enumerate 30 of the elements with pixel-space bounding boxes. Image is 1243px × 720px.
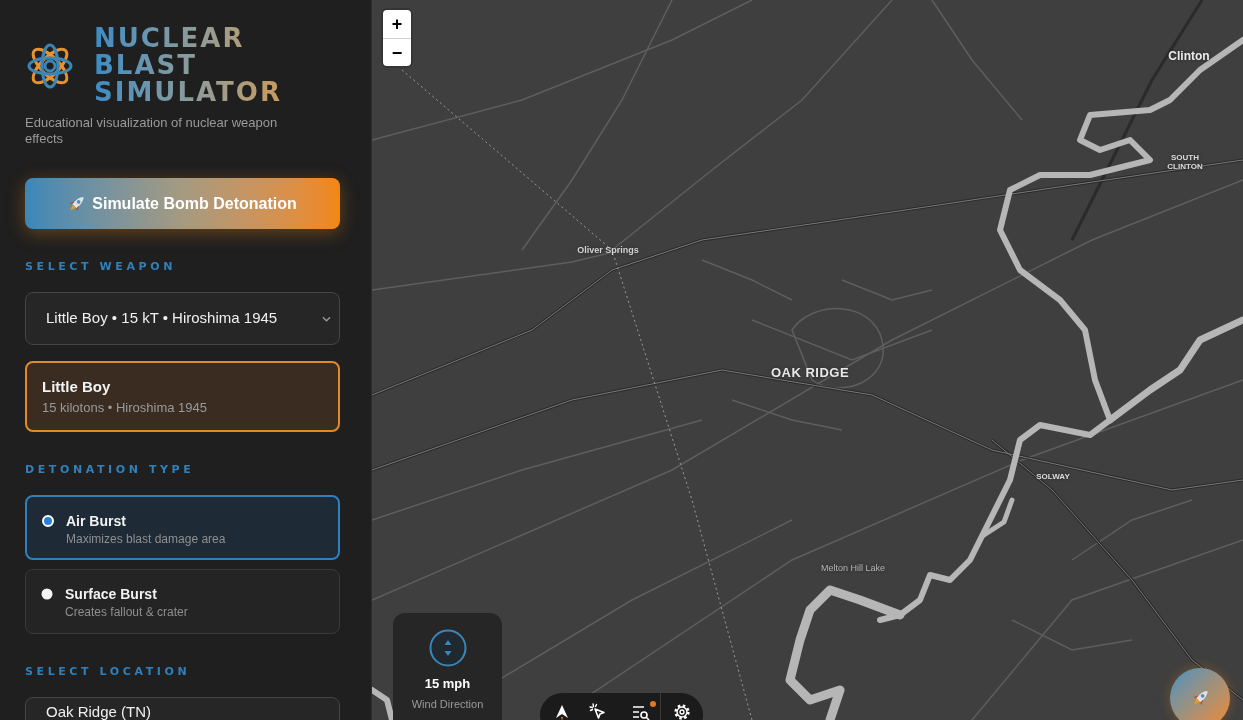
weapon-details: 15 kilotons • Hiroshima 1945 xyxy=(42,399,208,416)
wind-label: Wind Direction xyxy=(411,697,484,711)
chevron-down-icon xyxy=(322,315,331,322)
map-label: Melton Hill Lake xyxy=(821,562,885,576)
map-label: Clinton xyxy=(1168,48,1210,65)
section-heading: SELECT WEAPON xyxy=(25,261,177,273)
settings-icon[interactable] xyxy=(673,703,691,720)
section-heading: DETONATION TYPE xyxy=(25,464,196,476)
map-label: SOUTH CLINTON xyxy=(1167,153,1203,171)
cursor-click-icon[interactable] xyxy=(589,703,607,720)
radio-icon xyxy=(42,515,54,527)
wind-dial-icon[interactable] xyxy=(428,629,467,667)
app-subtitle: Educational visualization of nuclear weapon effects xyxy=(25,115,279,147)
weapon-name: Little Boy xyxy=(42,377,112,396)
detonation-option[interactable]: Surface Burst Creates fallout & crater xyxy=(25,569,340,634)
map-label: Oliver Springs xyxy=(577,244,639,258)
location-select[interactable]: Oak Ridge (TN) xyxy=(25,697,340,720)
zoom-out-button[interactable]: − xyxy=(383,38,411,66)
map-label: SOLWAY xyxy=(1036,471,1070,481)
radio-icon xyxy=(41,588,53,600)
caret-logo-icon[interactable] xyxy=(553,703,571,720)
notification-dot-icon xyxy=(650,701,656,707)
list-search-icon[interactable] xyxy=(632,703,650,720)
map-drawing[interactable] xyxy=(372,0,1243,720)
weapon-select[interactable]: Little Boy • 15 kT • Hiroshima 1945 xyxy=(25,292,340,345)
section-heading: SELECT LOCATION xyxy=(25,666,192,678)
map-label: OAK RIDGE xyxy=(770,364,850,383)
detonation-option[interactable]: Air Burst Maximizes blast damage area xyxy=(25,495,340,560)
wind-speed: 15 mph xyxy=(424,676,471,692)
zoom-in-button[interactable]: + xyxy=(383,10,411,38)
